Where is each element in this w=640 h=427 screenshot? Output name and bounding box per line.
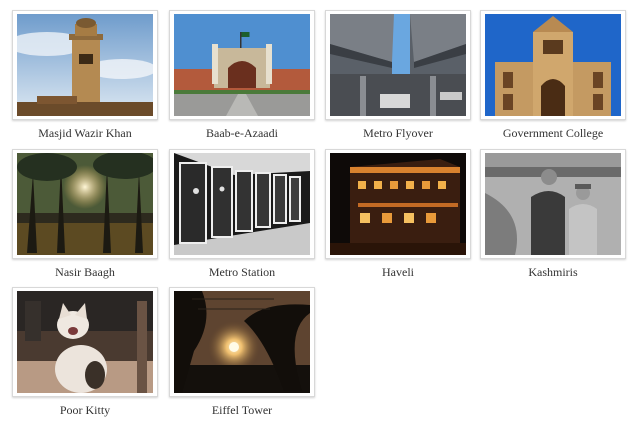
gallery-item: Masjid Wazir Khan	[12, 10, 158, 148]
thumbnail-masjid-wazir-khan[interactable]	[12, 10, 158, 120]
garden-photo	[17, 153, 153, 255]
eiffel-photo	[174, 291, 310, 393]
caption: Eiffel Tower	[211, 403, 273, 417]
thumbnail-eiffel-tower[interactable]	[169, 287, 315, 397]
college-photo	[485, 14, 621, 116]
caption: Government College	[502, 126, 604, 140]
gallery-item: Poor Kitty	[12, 287, 158, 425]
caption: Haveli	[382, 265, 414, 279]
caption: Metro Flyover	[363, 126, 433, 140]
gallery-item: Eiffel Tower	[169, 287, 315, 425]
gallery-item: Government College	[480, 10, 626, 148]
gate-photo	[174, 14, 310, 116]
gallery-item: Haveli	[325, 149, 471, 287]
flyover-photo	[330, 14, 466, 116]
caption: Metro Station	[208, 265, 276, 279]
kashmiris-photo	[485, 153, 621, 255]
thumbnail-metro-flyover[interactable]	[325, 10, 471, 120]
kitty-photo	[17, 291, 153, 393]
gallery-item: Kashmiris	[480, 149, 626, 287]
gallery-item: Baab-e-Azaadi	[169, 10, 315, 148]
thumbnail-haveli[interactable]	[325, 149, 471, 259]
thumbnail-metro-station[interactable]	[169, 149, 315, 259]
gallery-item: Metro Flyover	[325, 10, 471, 148]
thumbnail-poor-kitty[interactable]	[12, 287, 158, 397]
caption: Kashmiris	[528, 265, 578, 279]
masjid-photo	[17, 14, 153, 116]
station-photo	[174, 153, 310, 255]
caption: Baab-e-Azaadi	[206, 126, 278, 140]
gallery-item: Nasir Baagh	[12, 149, 158, 287]
caption: Nasir Baagh	[55, 265, 115, 279]
haveli-photo	[330, 153, 466, 255]
thumbnail-baab-e-azaadi[interactable]	[169, 10, 315, 120]
thumbnail-nasir-baagh[interactable]	[12, 149, 158, 259]
gallery-item: Metro Station	[169, 149, 315, 287]
thumbnail-kashmiris[interactable]	[480, 149, 626, 259]
thumbnail-government-college[interactable]	[480, 10, 626, 120]
caption: Poor Kitty	[59, 403, 111, 417]
caption: Masjid Wazir Khan	[38, 126, 132, 140]
photo-gallery: Masjid Wazir Khan Baab-e-Azaadi Metro Fl…	[0, 0, 640, 427]
